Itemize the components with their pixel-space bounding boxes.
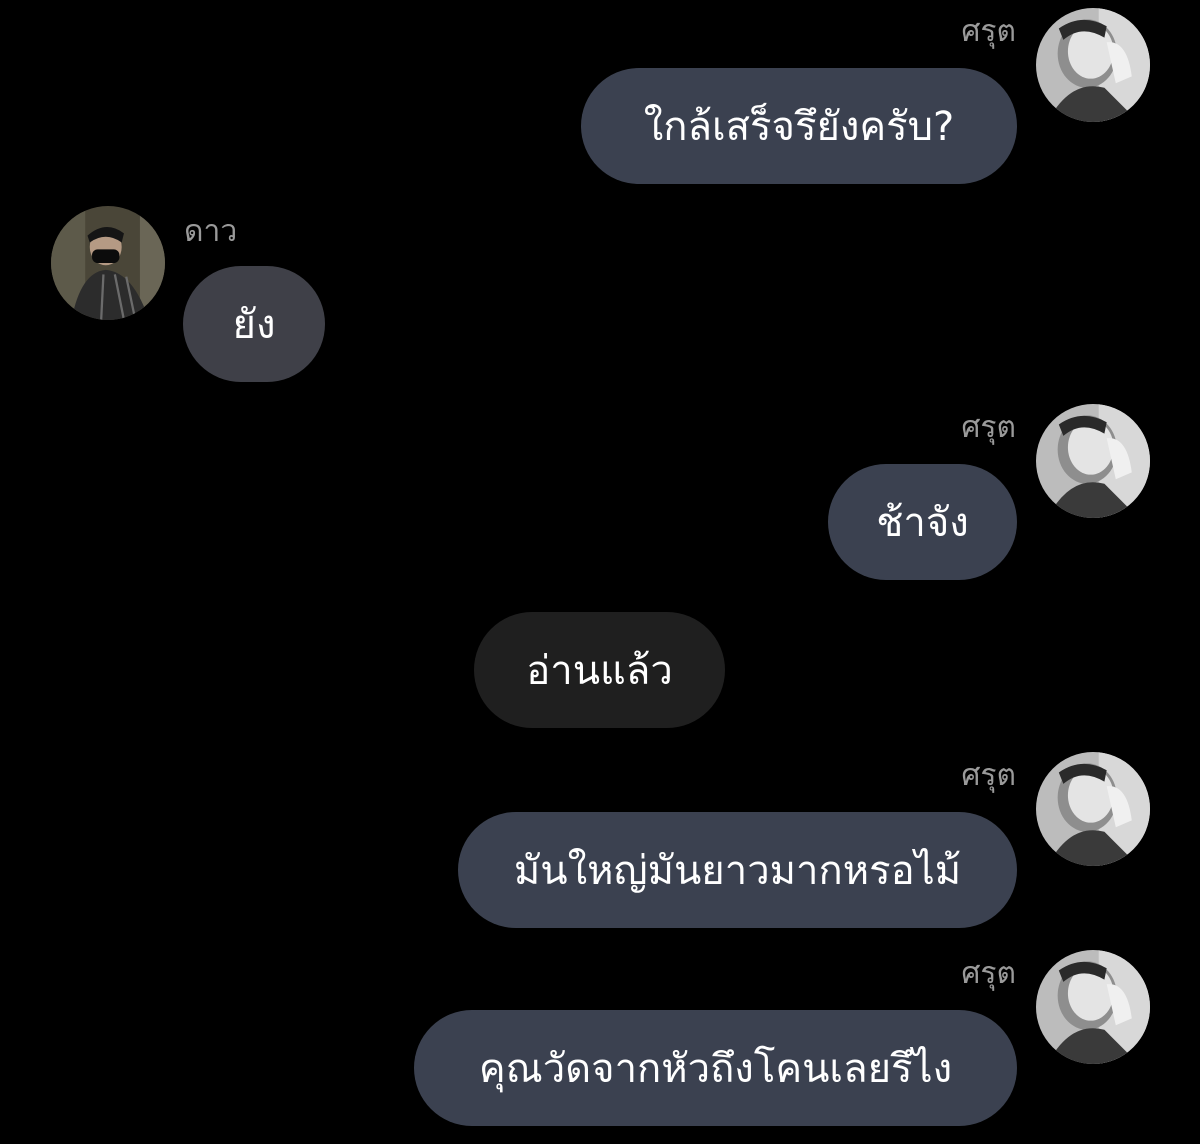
avatar-dao-photo-icon — [51, 206, 165, 320]
message-bubble[interactable]: ช้าจัง — [828, 464, 1017, 580]
sender-name: ดาว — [184, 214, 238, 249]
avatar-dao[interactable] — [51, 206, 165, 320]
message-bubble[interactable]: มันใหญ่มันยาวมากหรอไม้ — [458, 812, 1017, 928]
avatar-srut-photo-icon — [1036, 404, 1150, 518]
sender-name: ศรุต — [961, 14, 1016, 49]
avatar-srut-photo-icon — [1036, 8, 1150, 122]
sender-name: ศรุต — [961, 758, 1016, 793]
avatar-srut[interactable] — [1036, 752, 1150, 866]
avatar-srut[interactable] — [1036, 8, 1150, 122]
avatar-srut[interactable] — [1036, 404, 1150, 518]
sender-name: ศรุต — [961, 410, 1016, 445]
message-bubble[interactable]: ยัง — [183, 266, 325, 382]
sender-name: ศรุต — [961, 956, 1016, 991]
avatar-srut-photo-icon — [1036, 950, 1150, 1064]
avatar-srut-photo-icon — [1036, 752, 1150, 866]
message-bubble[interactable]: ใกล้เสร็จรึยังครับ? — [581, 68, 1017, 184]
message-bubble[interactable]: คุณวัดจากหัวถึงโคนเลยรึไง — [414, 1010, 1017, 1126]
read-receipt-badge: อ่านแล้ว — [474, 612, 725, 728]
avatar-srut[interactable] — [1036, 950, 1150, 1064]
